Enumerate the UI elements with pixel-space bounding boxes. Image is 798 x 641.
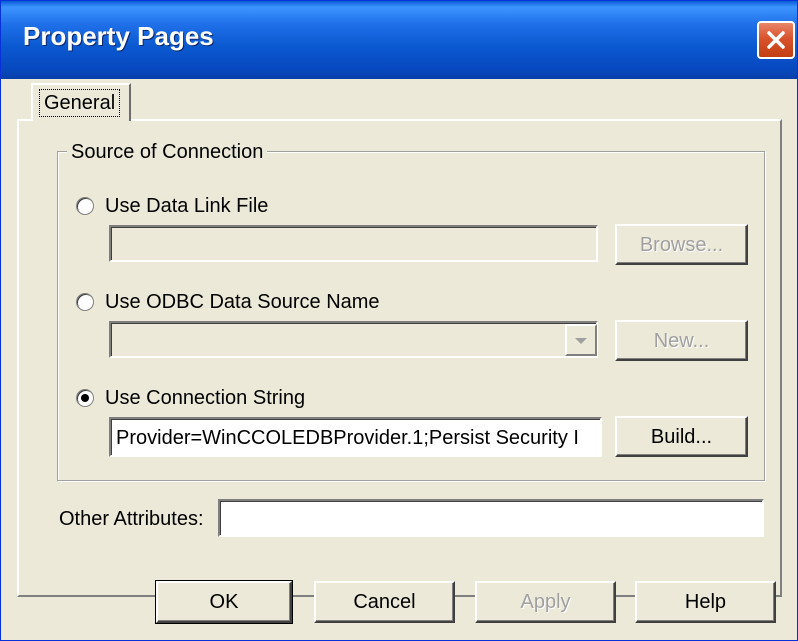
radio-connection-string[interactable]: [76, 389, 94, 407]
ok-button[interactable]: OK: [155, 580, 293, 624]
radio-data-link-file[interactable]: [76, 197, 94, 215]
new-button[interactable]: New...: [615, 320, 748, 361]
chevron-down-icon: [575, 338, 587, 344]
property-pages-dialog: Property Pages General Source of Connect…: [0, 0, 798, 641]
build-button-label: Build...: [650, 426, 713, 448]
other-attributes-label: Other Attributes:: [59, 508, 204, 530]
cancel-button[interactable]: Cancel: [314, 581, 455, 623]
apply-button-label: Apply: [520, 591, 571, 613]
ok-button-label: OK: [209, 591, 239, 613]
data-link-file-field[interactable]: [109, 225, 598, 262]
odbc-dsn-dropdown-button[interactable]: [565, 324, 597, 356]
radio-odbc-dsn-label: Use ODBC Data Source Name: [105, 291, 380, 313]
other-attributes-field[interactable]: [218, 499, 764, 537]
radio-odbc-dsn[interactable]: [76, 293, 94, 311]
browse-button[interactable]: Browse...: [615, 224, 748, 265]
connection-string-field[interactable]: Provider=WinCCOLEDBProvider.1;Persist Se…: [109, 417, 602, 457]
connection-string-value: Provider=WinCCOLEDBProvider.1;Persist Se…: [116, 427, 579, 449]
radio-data-link-file-label: Use Data Link File: [105, 195, 269, 217]
title-bar[interactable]: Property Pages: [1, 1, 797, 79]
radio-selected-dot: [81, 394, 89, 402]
help-button-label: Help: [684, 591, 727, 613]
close-button[interactable]: [757, 21, 795, 59]
odbc-dsn-select[interactable]: [109, 321, 598, 358]
build-button[interactable]: Build...: [615, 416, 748, 457]
apply-button[interactable]: Apply: [475, 581, 616, 623]
new-button-label: New...: [653, 330, 710, 352]
browse-button-label: Browse...: [639, 234, 724, 256]
tab-general-label: General: [39, 89, 121, 117]
cancel-button-label: Cancel: [353, 591, 416, 613]
group-title: Source of Connection: [67, 139, 268, 165]
help-button[interactable]: Help: [635, 581, 776, 623]
tab-general[interactable]: General: [31, 83, 131, 121]
radio-connection-string-label: Use Connection String: [105, 387, 306, 409]
window-title: Property Pages: [23, 21, 214, 51]
close-icon: [767, 31, 785, 49]
